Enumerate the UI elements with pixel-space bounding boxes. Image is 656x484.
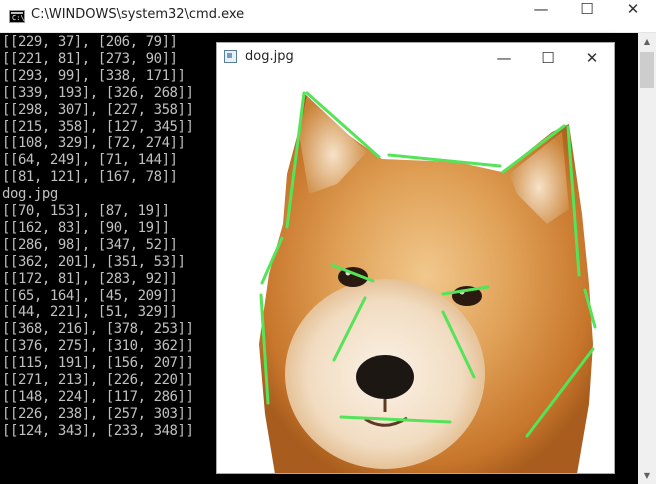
- console-line: [[108, 329], [72, 274]]: [2, 135, 186, 152]
- console-line: [[81, 121], [167, 78]]: [2, 169, 178, 186]
- dog-image: [259, 91, 597, 473]
- nose-shape: [356, 355, 414, 399]
- console-line: dog.jpg: [2, 186, 58, 203]
- close-button[interactable]: ✕: [610, 0, 656, 32]
- console-line: [[115, 191], [156, 207]]: [2, 355, 194, 372]
- console-line: [[65, 164], [45, 209]]: [2, 287, 178, 304]
- minimize-button[interactable]: —: [518, 0, 564, 32]
- console-line: [[44, 221], [51, 329]]: [2, 304, 178, 321]
- image-minimize-button[interactable]: —: [482, 43, 526, 73]
- image-maximize-button[interactable]: ☐: [526, 43, 570, 73]
- console-line: [[162, 83], [90, 19]]: [2, 219, 170, 236]
- maximize-button[interactable]: ☐: [564, 0, 610, 32]
- console-line: [[293, 99], [338, 171]]: [2, 67, 186, 84]
- image-window-icon: [224, 50, 237, 63]
- scroll-up-arrow-icon[interactable]: ▲: [638, 33, 656, 50]
- console-line: [[271, 213], [226, 220]]: [2, 372, 194, 388]
- console-line: [[362, 201], [351, 53]]: [2, 253, 186, 270]
- console-scrollbar[interactable]: ▲ ▼: [638, 33, 656, 484]
- console-line: [[298, 307], [227, 358]]: [2, 101, 194, 118]
- image-close-button[interactable]: ✕: [570, 43, 614, 73]
- console-line: [[229, 37], [206, 79]]: [2, 34, 178, 50]
- console-line: [[172, 81], [283, 92]]: [2, 270, 178, 287]
- image-viewer-window[interactable]: dog.jpg — ☐ ✕: [216, 42, 615, 474]
- console-line: [[286, 98], [347, 52]]: [2, 236, 178, 253]
- console-line: [[221, 81], [273, 90]]: [2, 50, 178, 67]
- cmd-window-title: C:\WINDOWS\system32\cmd.exe: [31, 7, 245, 22]
- image-canvas: [217, 74, 614, 473]
- console-line: [[64, 249], [71, 144]]: [2, 152, 178, 169]
- console-line: [[215, 358], [127, 345]]: [2, 118, 194, 135]
- cmd-title-bar[interactable]: C:\ C:\WINDOWS\system32\cmd.exe — ☐ ✕: [0, 0, 656, 33]
- cmd-icon-glyph: C:\: [12, 14, 25, 22]
- cmd-icon[interactable]: C:\: [9, 10, 25, 23]
- console-line: [[226, 238], [257, 303]]: [2, 405, 194, 422]
- image-window-title: dog.jpg: [245, 49, 294, 64]
- scroll-down-arrow-icon[interactable]: ▼: [638, 467, 656, 484]
- console-line: [[376, 275], [310, 362]]: [2, 338, 194, 355]
- console-line: [[70, 153], [87, 19]]: [2, 203, 170, 219]
- console-line: [[148, 224], [117, 286]]: [2, 388, 194, 405]
- scrollbar-thumb[interactable]: [640, 52, 654, 88]
- console-line: [[124, 343], [233, 348]]: [2, 422, 194, 439]
- image-title-bar[interactable]: dog.jpg — ☐ ✕: [217, 43, 614, 73]
- console-line: [[368, 216], [378, 253]]: [2, 321, 194, 338]
- console-line: [[339, 193], [326, 268]]: [2, 84, 194, 101]
